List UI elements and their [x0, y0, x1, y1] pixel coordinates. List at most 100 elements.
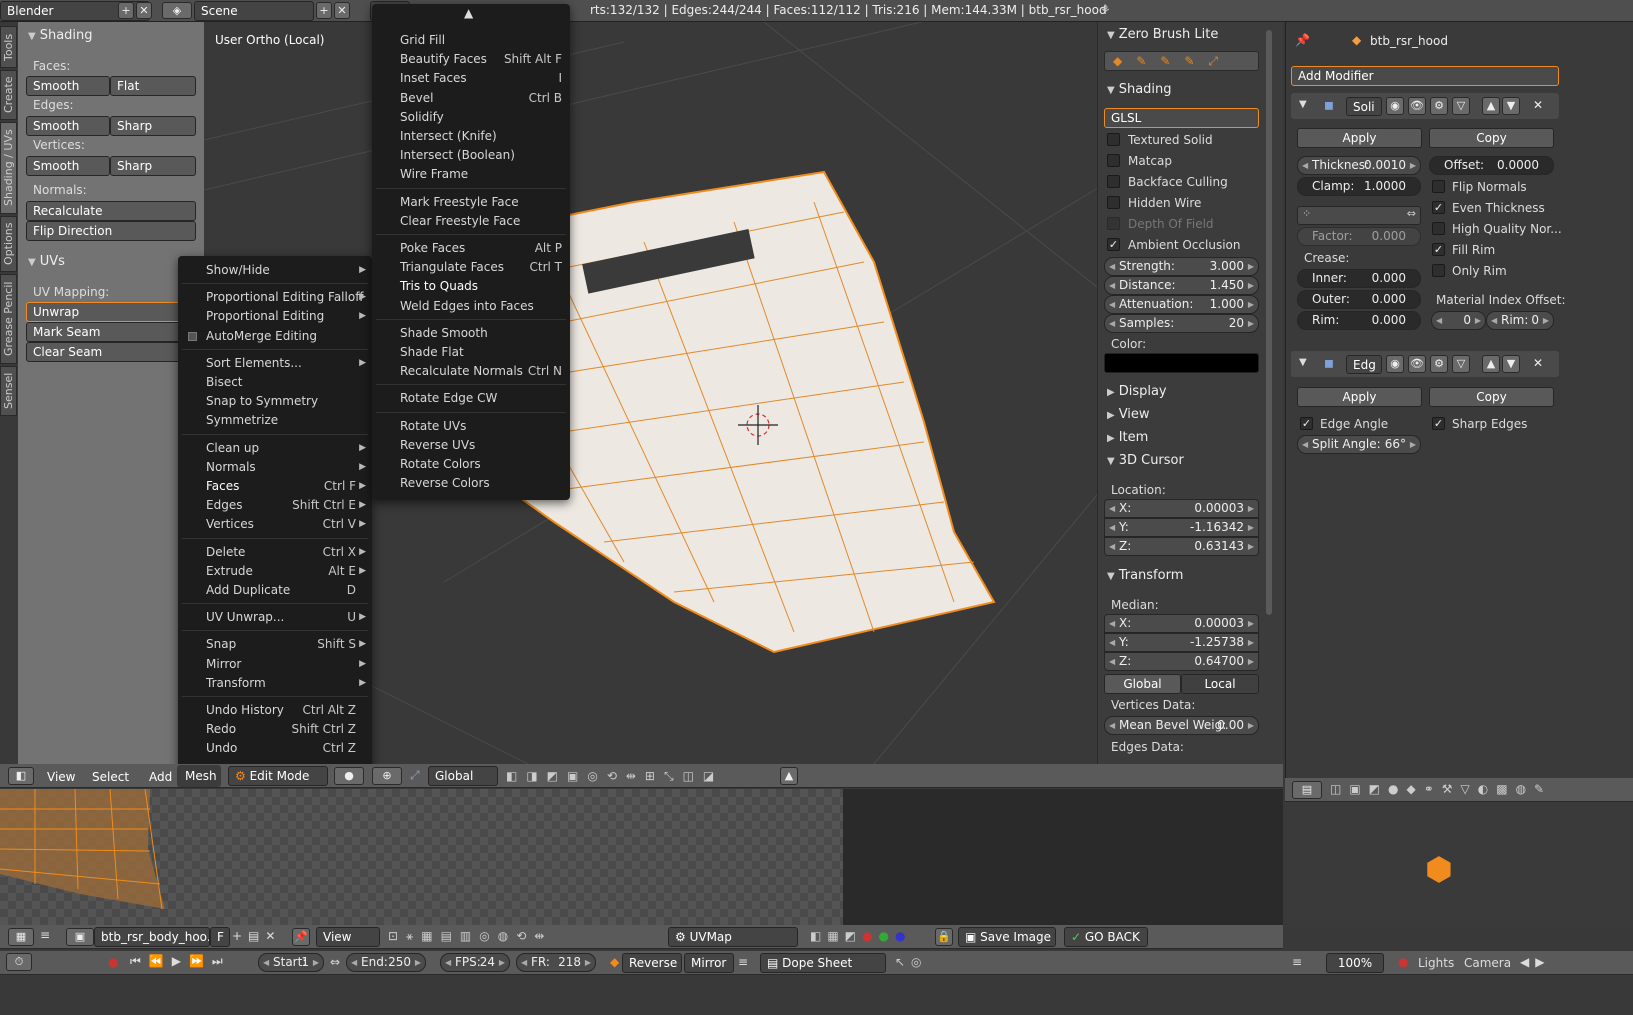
- viewport-eye-icon[interactable]: 👁: [1408, 355, 1426, 373]
- viewport-eye-icon[interactable]: 👁: [1408, 97, 1426, 115]
- remove-modifier-icon[interactable]: ✕: [1533, 98, 1543, 112]
- properties-context-icons[interactable]: ◫▣◩●◆⚭⚒▽◐▩◍✎: [1330, 782, 1630, 796]
- sharp-edges-checkbox[interactable]: ✓: [1432, 417, 1445, 430]
- material-rim-field[interactable]: ◀ Rim: 0 ▶: [1486, 311, 1554, 330]
- ao-color-swatch[interactable]: [1104, 353, 1259, 373]
- edgesplit-copy-button[interactable]: Copy: [1429, 387, 1554, 407]
- menu-item[interactable]: Undo Ctrl Z: [178, 739, 372, 758]
- only-rim-checkbox[interactable]: [1432, 264, 1445, 277]
- expand-header-icon[interactable]: ▲: [780, 767, 798, 785]
- median-z-field[interactable]: ◀ Z: 0.64700 ▶: [1104, 652, 1259, 671]
- distance-field[interactable]: ◀ Distance: 1.450 ▶: [1104, 276, 1259, 295]
- tab-tools[interactable]: Tools: [0, 26, 17, 68]
- menu-item[interactable]: Extrude Alt E ▶: [178, 562, 372, 581]
- menu-item[interactable]: Clean up ▶: [178, 439, 372, 458]
- mirror-button[interactable]: Mirror: [684, 953, 734, 973]
- add-modifier-select[interactable]: Add Modifier: [1291, 66, 1559, 86]
- interaction-mode-select[interactable]: ⚙ Edit Mode: [228, 766, 328, 786]
- depth-of-field-checkbox[interactable]: [1107, 217, 1120, 230]
- save-image-button[interactable]: ▣ Save Image: [958, 927, 1056, 947]
- median-y-field[interactable]: ◀ Y: -1.25738 ▶: [1104, 633, 1259, 652]
- crease-outer-field[interactable]: Outer: 0.000: [1297, 290, 1421, 309]
- remove-modifier-icon[interactable]: ✕: [1533, 356, 1543, 370]
- solidify-apply-button[interactable]: Apply: [1297, 128, 1422, 148]
- menu-item[interactable]: Wire Frame: [372, 165, 570, 184]
- menu-item[interactable]: Sort Elements... ▶: [178, 354, 372, 373]
- menu-item[interactable]: Rotate Edge CW: [372, 389, 570, 408]
- expand-arrow-icon[interactable]: ▼: [1299, 357, 1307, 368]
- transform-orientation-select[interactable]: Global: [428, 766, 498, 786]
- menu-item[interactable]: Inset Faces I: [372, 69, 570, 88]
- edgesplit-apply-button[interactable]: Apply: [1297, 387, 1422, 407]
- menu-item[interactable]: Faces Ctrl F ▶: [178, 477, 372, 496]
- close-screen-icon[interactable]: ✕: [136, 2, 152, 19]
- menu-item[interactable]: Snap Shift S ▶: [178, 635, 372, 654]
- move-up-icon[interactable]: ▲: [1482, 355, 1500, 373]
- timeline-editor-type-icon[interactable]: ⏱: [6, 953, 32, 971]
- menu-item[interactable]: Bevel Ctrl B: [372, 89, 570, 108]
- reverse-button[interactable]: Reverse: [622, 953, 682, 973]
- mean-bevel-field[interactable]: ◀ Mean Bevel Weig: 0.00 ▶: [1104, 716, 1259, 735]
- item-panel-header[interactable]: ▶ Item: [1107, 430, 1148, 445]
- menu-item[interactable]: Recalculate Normals Ctrl N: [372, 362, 570, 381]
- menu-item[interactable]: Mark Freestyle Face: [372, 193, 570, 212]
- menu-item[interactable]: Normals ▶: [178, 458, 372, 477]
- menu-item[interactable]: Vertices Ctrl V ▶: [178, 515, 372, 534]
- display-panel-header[interactable]: ▶ Display: [1107, 384, 1167, 399]
- editor-type-icon[interactable]: ◧: [8, 767, 34, 785]
- menu-item[interactable]: Shade Smooth: [372, 324, 570, 343]
- region-scrollbar[interactable]: [1266, 30, 1272, 615]
- render-toggle-icon[interactable]: ◉: [1386, 97, 1404, 115]
- pivot-point-icon[interactable]: ⊕: [372, 767, 402, 785]
- pin-icon[interactable]: 📌: [1295, 33, 1310, 47]
- split-angle-field[interactable]: ◀ Split Angle: 66° ▶: [1297, 435, 1421, 454]
- menu-item[interactable]: Tris to Quads: [372, 277, 570, 296]
- edgesplit-name-field[interactable]: Edg: [1346, 355, 1382, 374]
- zoom-field[interactable]: 100%: [1326, 953, 1384, 973]
- tab-options[interactable]: Options: [0, 216, 17, 272]
- go-back-button[interactable]: ✓ GO BACK: [1064, 927, 1148, 947]
- tab-grease-pencil[interactable]: Grease Pencil: [0, 274, 17, 364]
- cage-toggle-icon[interactable]: ▽: [1452, 355, 1470, 373]
- view-panel-header[interactable]: ▶ View: [1107, 407, 1150, 422]
- attenuation-field[interactable]: ◀ Attenuation: 1.000 ▶: [1104, 295, 1259, 314]
- menu-item[interactable]: Solidify: [372, 108, 570, 127]
- properties-editor-type-icon[interactable]: ▤: [1292, 781, 1322, 799]
- menu-item[interactable]: Bisect: [178, 373, 372, 392]
- menu-item[interactable]: Beautify Faces Shift Alt F: [372, 50, 570, 69]
- 3d-cursor-panel-header[interactable]: ▼ 3D Cursor: [1107, 453, 1184, 468]
- menu-item[interactable]: Show/Hide ▶: [178, 261, 372, 280]
- shading-panel-header[interactable]: ▼ Shading: [28, 28, 93, 43]
- close-scene-icon[interactable]: ✕: [334, 2, 350, 19]
- crease-rim-field[interactable]: Rim: 0.000: [1297, 311, 1421, 330]
- vertices-sharp-button[interactable]: Sharp: [110, 156, 196, 176]
- add-menu[interactable]: Add: [149, 770, 172, 784]
- menu-item[interactable]: AutoMerge Editing: [178, 327, 372, 346]
- shading-props-header[interactable]: ▼ Shading: [1107, 82, 1172, 97]
- uvs-panel-header[interactable]: ▼ UVs: [28, 254, 65, 269]
- material-offset-field[interactable]: ◀ 0 ▶: [1431, 311, 1486, 330]
- uv-editor-type-icon[interactable]: ▦: [8, 928, 34, 946]
- menu-item[interactable]: Mirror ▶: [178, 655, 372, 674]
- menu-item[interactable]: Symmetrize: [178, 411, 372, 430]
- flip-direction-button[interactable]: Flip Direction: [26, 221, 196, 241]
- menu-item[interactable]: Triangulate Faces Ctrl T: [372, 258, 570, 277]
- camera-label[interactable]: Camera: [1464, 956, 1511, 970]
- render-toggle-icon[interactable]: ◉: [1386, 355, 1404, 373]
- strength-field[interactable]: ◀ Strength: 3.000 ▶: [1104, 257, 1259, 276]
- cage-toggle-icon[interactable]: ▽: [1452, 97, 1470, 115]
- solidify-name-field[interactable]: Soli: [1346, 97, 1382, 116]
- menu-item[interactable]: Snap to Symmetry: [178, 392, 372, 411]
- mark-seam-button[interactable]: Mark Seam: [26, 322, 196, 342]
- global-toggle[interactable]: Global: [1104, 674, 1181, 694]
- playback-controls[interactable]: ⏮⏪▶⏩⏭: [130, 954, 231, 969]
- menu-item[interactable]: Reverse Colors: [372, 474, 570, 493]
- menu-item[interactable]: Grid Fill: [372, 31, 570, 50]
- menu-item[interactable]: Undo History Ctrl Alt Z: [178, 701, 372, 720]
- thickness-field[interactable]: ◀ Thicknes: 0.0010 ▶: [1297, 156, 1421, 175]
- matcap-checkbox[interactable]: [1107, 154, 1120, 167]
- fake-user-toggle[interactable]: F: [210, 927, 230, 947]
- menu-item[interactable]: Shade Flat: [372, 343, 570, 362]
- menu-item[interactable]: Weld Edges into Faces: [372, 297, 570, 316]
- render-slot-icons[interactable]: ◧▦◩●●●: [810, 929, 911, 943]
